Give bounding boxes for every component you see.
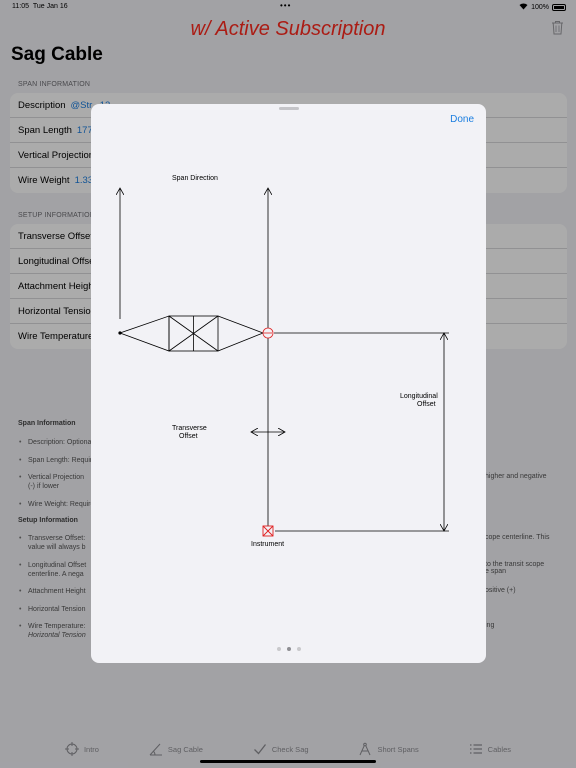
transverse-offset-label: Transverse	[172, 425, 207, 432]
structure-crossarm	[118, 315, 265, 352]
instrument-marker	[262, 525, 274, 537]
diagram-sheet: Done Span Direction Transverse Offset Lo…	[91, 104, 486, 663]
page-dot[interactable]	[276, 647, 281, 651]
longitudinal-offset-label: Offset	[417, 401, 436, 408]
instrument-label: Instrument	[251, 541, 284, 548]
longitudinal-offset-label: Longitudinal	[400, 393, 438, 400]
span-direction-label: Span Direction	[172, 175, 218, 182]
page-dot[interactable]	[296, 647, 301, 651]
transverse-offset-label: Offset	[179, 433, 198, 440]
attachment-point-marker	[262, 327, 274, 339]
page-dot-active[interactable]	[286, 647, 291, 651]
page-indicator[interactable]	[91, 647, 486, 651]
home-indicator[interactable]	[200, 760, 376, 763]
setup-diagram: Span Direction Transverse Offset Longitu…	[91, 175, 449, 548]
